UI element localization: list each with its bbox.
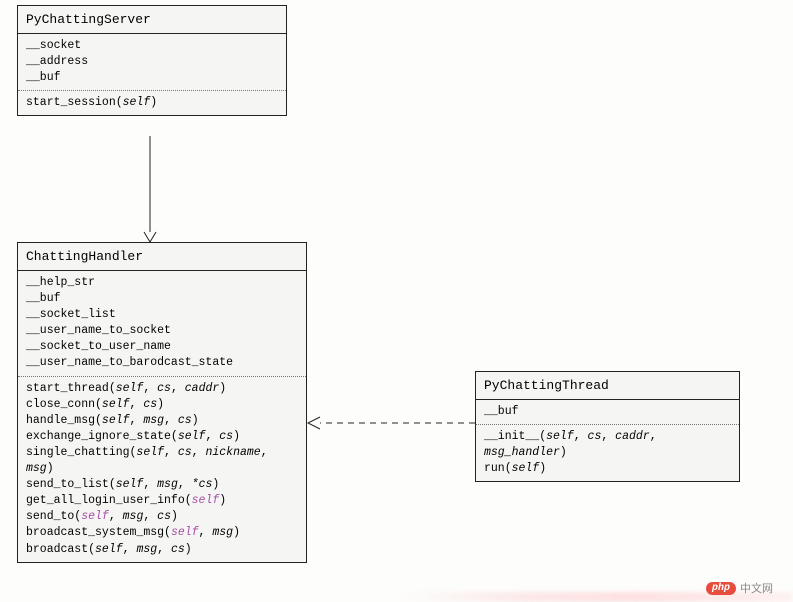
attributes-section: __socket__address__buf [18,34,286,90]
attribute: __socket_list [26,307,298,323]
attribute: __user_name_to_barodcast_state [26,355,298,371]
method: run(self) [484,461,731,477]
method: send_to_list(self, msg, *cs) [26,477,298,493]
class-chattinghandler: ChattingHandler __help_str__buf__socket_… [17,242,307,563]
class-pychattingthread: PyChattingThread __buf __init__(self, cs… [475,371,740,482]
method: get_all_login_user_info(self) [26,493,298,509]
attribute: __socket [26,38,278,54]
method: broadcast(self, msg, cs) [26,542,298,558]
method: close_conn(self, cs) [26,397,298,413]
attribute: __help_str [26,275,298,291]
attributes-section: __help_str__buf__socket_list__user_name_… [18,271,306,376]
class-title: PyChattingThread [476,372,739,400]
attribute: __buf [26,70,278,86]
attribute: __buf [26,291,298,307]
attribute: __socket_to_user_name [26,339,298,355]
attribute: __user_name_to_socket [26,323,298,339]
class-title: ChattingHandler [18,243,306,271]
method: send_to(self, msg, cs) [26,509,298,525]
attributes-section: __buf [476,400,739,424]
method: single_chatting(self, cs, nickname, msg) [26,445,298,477]
watermark-badge: php [706,582,736,595]
method: broadcast_system_msg(self, msg) [26,525,298,541]
method: start_session(self) [26,95,278,111]
attribute: __buf [484,404,731,420]
method: __init__(self, cs, caddr, msg_handler) [484,429,731,461]
class-pychattingserver: PyChattingServer __socket__address__buf … [17,5,287,116]
methods-section: start_thread(self, cs, caddr)close_conn(… [18,377,306,562]
class-title: PyChattingServer [18,6,286,34]
attribute: __address [26,54,278,70]
watermark: php 中文网 [706,580,773,596]
method: start_thread(self, cs, caddr) [26,381,298,397]
methods-section: start_session(self) [18,91,286,115]
method: handle_msg(self, msg, cs) [26,413,298,429]
watermark-text: 中文网 [740,580,773,596]
method: exchange_ignore_state(self, cs) [26,429,298,445]
methods-section: __init__(self, cs, caddr, msg_handler)ru… [476,425,739,481]
